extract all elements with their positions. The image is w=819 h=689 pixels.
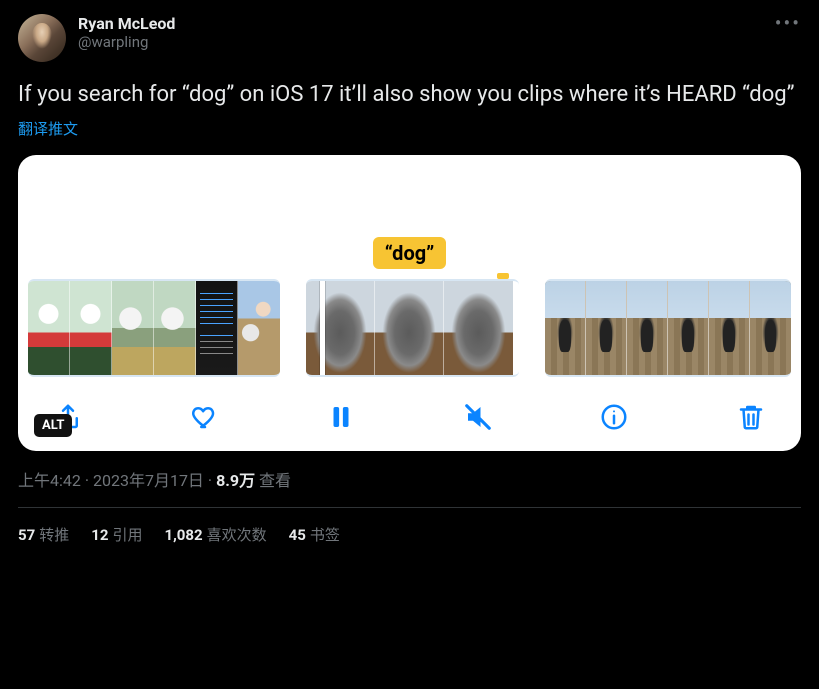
- media-top-space: [28, 167, 791, 237]
- meta-date[interactable]: 2023年7月17日: [93, 471, 204, 490]
- trash-icon[interactable]: [733, 399, 769, 435]
- clip-frame: [668, 281, 709, 375]
- avatar[interactable]: [18, 14, 66, 62]
- display-name: Ryan McLeod: [78, 14, 763, 33]
- clip-frame: [28, 281, 70, 375]
- clip-group-3[interactable]: [545, 279, 791, 377]
- more-icon[interactable]: •••: [775, 14, 801, 28]
- tweet-meta: 上午4:42 · 2023年7月17日 · 8.9万 查看: [18, 467, 801, 491]
- media-card[interactable]: “dog”: [18, 155, 801, 451]
- clip-frame: [750, 281, 791, 375]
- author-block[interactable]: Ryan McLeod @warpling: [78, 14, 763, 51]
- heart-icon[interactable]: [187, 399, 223, 435]
- caption-bubble: “dog”: [373, 237, 447, 269]
- pause-icon[interactable]: [323, 399, 359, 435]
- clip-frame: [70, 281, 112, 375]
- stat-bookmarks[interactable]: 45书签: [289, 524, 340, 545]
- clip-frame: [306, 281, 375, 375]
- clip-timeline[interactable]: [28, 279, 791, 377]
- clip-frame: [627, 281, 668, 375]
- clip-frame: [444, 281, 513, 375]
- tweet-text: If you search for “dog” on iOS 17 it’ll …: [18, 80, 801, 110]
- caption-row: “dog”: [28, 237, 791, 269]
- clip-frame: [709, 281, 750, 375]
- tweet-header: Ryan McLeod @warpling •••: [18, 14, 801, 62]
- alt-badge[interactable]: ALT: [34, 414, 72, 437]
- clip-group-1[interactable]: [28, 279, 280, 377]
- clip-frame: [154, 281, 196, 375]
- translate-link[interactable]: 翻译推文: [18, 118, 801, 139]
- mute-icon[interactable]: [460, 399, 496, 435]
- media-toolbar: [28, 377, 791, 441]
- meta-views-label: 查看: [255, 471, 291, 490]
- clip-frame: [238, 281, 280, 375]
- handle: @warpling: [78, 33, 763, 51]
- scrubber-handle[interactable]: [320, 279, 325, 377]
- meta-time[interactable]: 上午4:42: [18, 471, 81, 490]
- tweet-container: Ryan McLeod @warpling ••• If you search …: [0, 0, 819, 545]
- stat-retweets[interactable]: 57转推: [18, 524, 69, 545]
- clip-frame: [545, 281, 586, 375]
- stat-likes[interactable]: 1,082喜欢次数: [164, 524, 266, 545]
- stat-quotes[interactable]: 12引用: [91, 524, 142, 545]
- info-icon[interactable]: [596, 399, 632, 435]
- tweet-stats: 57转推 12引用 1,082喜欢次数 45书签: [18, 508, 801, 545]
- clip-frame: [112, 281, 154, 375]
- clip-frame: [586, 281, 627, 375]
- clip-frame: [196, 281, 238, 375]
- meta-views-num: 8.9万: [216, 471, 255, 490]
- clip-frame: [375, 281, 444, 375]
- caption-tick: [497, 273, 509, 279]
- clip-group-2[interactable]: [306, 279, 519, 377]
